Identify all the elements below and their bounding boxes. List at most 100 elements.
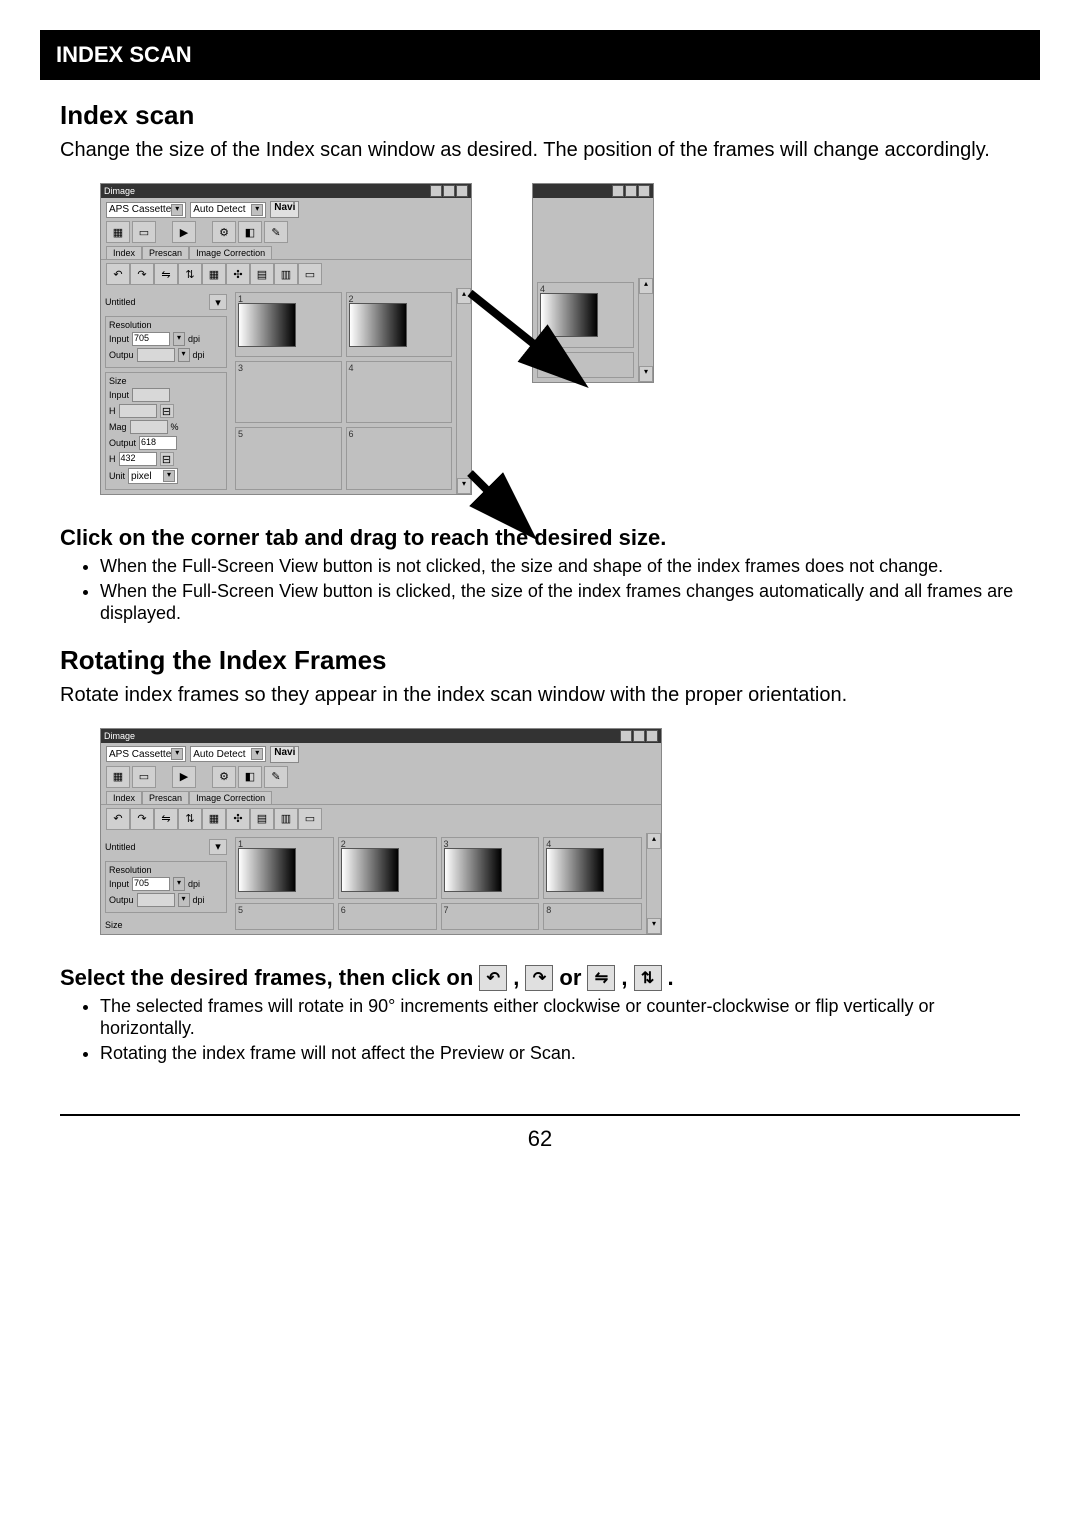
output2-field[interactable]: 618 <box>139 436 177 450</box>
minimize-icon[interactable] <box>430 185 442 197</box>
scroll-down-icon[interactable]: ▾ <box>639 366 653 382</box>
h2-field[interactable]: 432 <box>119 452 157 466</box>
film-type-select[interactable]: APS Cassette ▾ <box>106 746 186 762</box>
maximize-icon[interactable] <box>443 185 455 197</box>
minimize-icon[interactable] <box>620 730 632 742</box>
scroll-up-icon[interactable]: ▴ <box>647 833 661 849</box>
thumb-cell[interactable]: 8 <box>543 903 642 930</box>
close-icon[interactable] <box>646 730 658 742</box>
toolbar-icon[interactable]: ✎ <box>264 766 288 788</box>
thumb-cell[interactable]: 3 <box>441 837 540 900</box>
auto-detect-select[interactable]: Auto Detect ▾ <box>190 202 266 218</box>
tab-index[interactable]: Index <box>106 791 142 804</box>
rotate-cw-icon[interactable]: ↷ <box>525 965 553 991</box>
minimize-icon[interactable] <box>612 185 624 197</box>
tab-image-correction[interactable]: Image Correction <box>189 246 272 259</box>
frame-number: 8 <box>546 905 551 915</box>
tab-prescan[interactable]: Prescan <box>142 791 189 804</box>
thumb-cell[interactable]: 4 <box>346 361 453 424</box>
thumb-cell[interactable]: 4 <box>537 282 634 348</box>
toolbar-icon[interactable]: ✣ <box>226 263 250 285</box>
scrollbar[interactable]: ▴ ▾ <box>638 278 653 382</box>
chevron-down-icon[interactable]: ▾ <box>173 877 185 891</box>
thumb-cell[interactable]: 5 <box>235 903 334 930</box>
rotate-ccw-icon[interactable]: ↶ <box>106 263 130 285</box>
toolbar-icon[interactable]: ▶ <box>172 221 196 243</box>
toolbar-icon[interactable]: ▦ <box>202 808 226 830</box>
output2-label: Output <box>109 438 136 448</box>
toolbar-icon[interactable]: ▥ <box>274 263 298 285</box>
toolbar-icon[interactable]: ▶ <box>172 766 196 788</box>
toolbar-icon[interactable]: ◧ <box>238 221 262 243</box>
maximize-icon[interactable] <box>625 185 637 197</box>
thumb-cell[interactable]: 6 <box>346 427 453 490</box>
thumb-cell[interactable]: 3 <box>235 361 342 424</box>
panel-icon[interactable]: ▾ <box>209 294 227 310</box>
scrollbar[interactable]: ▴ ▾ <box>456 288 471 494</box>
flip-h-icon[interactable]: ⇋ <box>154 263 178 285</box>
unit-select[interactable]: pixel ▾ <box>128 468 178 484</box>
thumb-cell[interactable]: 2 <box>346 292 453 357</box>
toolbar-icon[interactable]: ▦ <box>202 263 226 285</box>
chevron-down-icon[interactable]: ▾ <box>178 348 190 362</box>
tab-index[interactable]: Index <box>106 246 142 259</box>
rotate-ccw-icon[interactable]: ↶ <box>106 808 130 830</box>
thumb-cell[interactable]: 1 <box>235 292 342 357</box>
toolbar-icon[interactable]: ▭ <box>298 263 322 285</box>
flip-v-icon[interactable]: ⇅ <box>178 808 202 830</box>
toolbar-icon[interactable]: ▤ <box>250 263 274 285</box>
close-icon[interactable] <box>456 185 468 197</box>
tab-image-correction[interactable]: Image Correction <box>189 791 272 804</box>
auto-detect-select[interactable]: Auto Detect ▾ <box>190 746 266 762</box>
toolbar-icon[interactable]: ▭ <box>132 221 156 243</box>
toolbar-icon[interactable]: ⚙ <box>212 766 236 788</box>
or-text: or <box>559 965 581 991</box>
panel-icon[interactable]: ▾ <box>209 839 227 855</box>
rotate-cw-icon[interactable]: ↷ <box>130 263 154 285</box>
output-label: Outpu <box>109 350 134 360</box>
lock-icon[interactable]: ⊟ <box>160 404 174 418</box>
scroll-up-icon[interactable]: ▴ <box>639 278 653 294</box>
size-input-field <box>132 388 170 402</box>
flip-v-icon[interactable]: ⇅ <box>178 263 202 285</box>
input-dpi-field[interactable]: 705 <box>132 332 170 346</box>
scrollbar[interactable]: ▴ ▾ <box>646 833 661 934</box>
scroll-up-icon[interactable]: ▴ <box>457 288 471 304</box>
thumb-cell[interactable]: 4 <box>543 837 642 900</box>
toolbar-icon[interactable]: ▥ <box>274 808 298 830</box>
toolbar-icon[interactable]: ▤ <box>250 808 274 830</box>
thumb-cell[interactable]: 1 <box>235 837 334 900</box>
lock-icon[interactable]: ⊟ <box>160 452 174 466</box>
thumb-cell[interactable]: 6 <box>338 903 437 930</box>
toolbar-icon[interactable]: ✎ <box>264 221 288 243</box>
scroll-down-icon[interactable]: ▾ <box>647 918 661 934</box>
thumb-cell[interactable]: 2 <box>338 837 437 900</box>
toolbar-icon[interactable]: ✣ <box>226 808 250 830</box>
maximize-icon[interactable] <box>633 730 645 742</box>
close-icon[interactable] <box>638 185 650 197</box>
toolbar-icon[interactable]: ▭ <box>132 766 156 788</box>
chevron-down-icon[interactable]: ▾ <box>173 332 185 346</box>
flip-h-icon[interactable]: ⇋ <box>587 965 615 991</box>
toolbar-icon[interactable]: ◧ <box>238 766 262 788</box>
toolbar-icon[interactable]: ▭ <box>298 808 322 830</box>
thumb-cell[interactable]: 5 <box>235 427 342 490</box>
input-dpi-field[interactable]: 705 <box>132 877 170 891</box>
chevron-down-icon[interactable]: ▾ <box>178 893 190 907</box>
scroll-down-icon[interactable]: ▾ <box>457 478 471 494</box>
pct-label: % <box>171 422 179 432</box>
tab-prescan[interactable]: Prescan <box>142 246 189 259</box>
film-type-select[interactable]: APS Cassette ▾ <box>106 202 186 218</box>
toolbar-icon[interactable]: ⚙ <box>212 221 236 243</box>
navi-button[interactable]: Navi <box>270 201 299 218</box>
thumb-cell[interactable]: 7 <box>441 903 540 930</box>
rotate-cw-icon[interactable]: ↷ <box>130 808 154 830</box>
toolbar-icon[interactable]: ▦ <box>106 766 130 788</box>
thumb-cell[interactable]: 8 <box>537 352 634 378</box>
flip-v-icon[interactable]: ⇅ <box>634 965 662 991</box>
toolbar-icon[interactable]: ▦ <box>106 221 130 243</box>
rotate-ccw-icon[interactable]: ↶ <box>479 965 507 991</box>
flip-h-icon[interactable]: ⇋ <box>154 808 178 830</box>
size-label: Size <box>109 376 223 386</box>
navi-button[interactable]: Navi <box>270 746 299 763</box>
